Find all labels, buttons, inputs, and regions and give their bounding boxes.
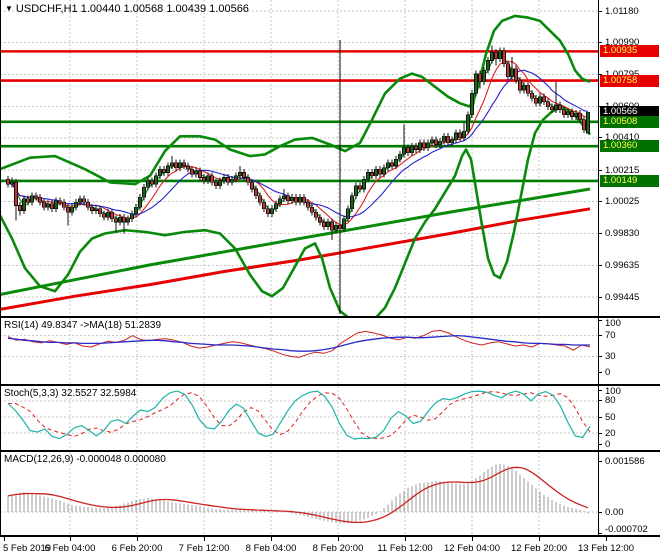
price-level-badge: 1.00360 xyxy=(600,140,659,153)
stoch-axis-tick xyxy=(598,400,602,402)
time-axis-tick xyxy=(472,537,473,541)
rsi-axis-tick xyxy=(598,355,602,357)
price-axis-separator xyxy=(598,0,599,537)
chevron-down-icon: ▼ xyxy=(5,4,13,13)
price-level-badge: 1.00508 xyxy=(600,115,659,128)
price-axis-label: 1.00025 xyxy=(605,195,640,207)
price-level-badge: 1.00149 xyxy=(600,174,659,187)
price-axis-tick xyxy=(598,10,602,12)
time-axis-label: 8 Feb 20:00 xyxy=(312,543,364,554)
price-axis-tick xyxy=(598,200,602,202)
time-axis-tick xyxy=(539,537,540,541)
rsi-indicator-label: RSI(14) 49.8347 ->MA(18) 51.2839 xyxy=(4,320,162,331)
stoch-axis-label: 20 xyxy=(605,427,616,439)
rsi-axis-tick xyxy=(598,335,602,337)
price-axis-label: 0.99635 xyxy=(605,260,640,272)
time-axis-tick xyxy=(137,537,138,541)
time-axis-tick xyxy=(4,537,5,541)
price-axis-label: 1.00215 xyxy=(605,164,640,176)
time-axis-label: 12 Feb 20:00 xyxy=(511,543,567,554)
time-axis: 5 Feb 2019 6 Feb 04:00 6 Feb 20:00 7 Feb 12… xyxy=(0,537,660,560)
price-axis-tick xyxy=(598,296,602,298)
rsi-axis-tick xyxy=(598,319,602,321)
time-axis-tick xyxy=(271,537,272,541)
macd-axis-tick xyxy=(598,511,602,513)
stoch-axis-label: 80 xyxy=(605,395,616,407)
rsi-axis-label: 30 xyxy=(605,350,616,362)
rsi-axis-label: 70 xyxy=(605,330,616,342)
stoch-axis-label: 50 xyxy=(605,411,616,423)
stoch-axis-label: 0 xyxy=(605,438,611,450)
price-chart-panel[interactable] xyxy=(0,0,660,316)
time-axis-tick xyxy=(204,537,205,541)
price-axis-tick xyxy=(598,265,602,267)
time-axis-label: 11 Feb 12:00 xyxy=(377,543,433,554)
price-level-badge: 1.00758 xyxy=(600,74,659,87)
time-axis-tick xyxy=(405,537,406,541)
chart-title: ▼ USDCHF,H1 1.00440 1.00568 1.00439 1.005… xyxy=(5,3,249,15)
trading-chart-window: 5 Feb 2019 6 Feb 04:00 6 Feb 20:00 7 Feb 12… xyxy=(0,0,660,560)
price-axis-tick xyxy=(598,233,602,235)
stoch-axis-tick xyxy=(598,432,602,434)
price-axis-tick xyxy=(598,169,602,171)
rsi-axis-label: 100 xyxy=(605,318,621,329)
time-axis-label: 12 Feb 04:00 xyxy=(444,543,500,554)
stoch-axis-tick xyxy=(598,389,602,391)
macd-axis-label: 0.00 xyxy=(605,506,624,518)
price-axis-tick xyxy=(598,41,602,43)
rsi-axis-label: 0 xyxy=(605,366,611,378)
stoch-axis-tick xyxy=(598,443,602,445)
time-axis-label: 7 Feb 12:00 xyxy=(178,543,230,554)
price-axis-label: 0.99830 xyxy=(605,228,640,240)
stoch-indicator-label: Stoch(5,3,3) 32.5527 32.5984 xyxy=(4,388,137,399)
price-axis-label: 0.99445 xyxy=(605,291,640,303)
time-axis-tick xyxy=(338,537,339,541)
price-axis-tick xyxy=(598,137,602,139)
macd-axis-label: 0.001586 xyxy=(605,455,645,467)
time-axis-label: 8 Feb 04:00 xyxy=(245,543,297,554)
chart-left-border xyxy=(0,0,1,537)
time-axis-label: 6 Feb 04:00 xyxy=(44,543,96,554)
price-level-badge: 1.00935 xyxy=(600,45,659,58)
macd-axis-tick xyxy=(598,460,602,462)
price-axis-label: 1.01180 xyxy=(605,5,639,17)
macd-axis-tick xyxy=(598,532,602,534)
symbol-ohlc-text: USDCHF,H1 1.00440 1.00568 1.00439 1.0056… xyxy=(15,3,249,15)
time-axis-label: 13 Feb 12:00 xyxy=(578,543,634,554)
price-chart-canvas[interactable] xyxy=(0,0,660,316)
time-axis-label: 6 Feb 20:00 xyxy=(111,543,163,554)
stoch-axis-tick xyxy=(598,416,602,418)
macd-indicator-label: MACD(12,26,9) -0.000048 0.000080 xyxy=(4,454,166,465)
time-axis-tick xyxy=(606,537,607,541)
time-axis-tick xyxy=(70,537,71,541)
rsi-axis-tick xyxy=(598,371,602,373)
macd-axis-label: -0.000702 xyxy=(605,524,648,535)
